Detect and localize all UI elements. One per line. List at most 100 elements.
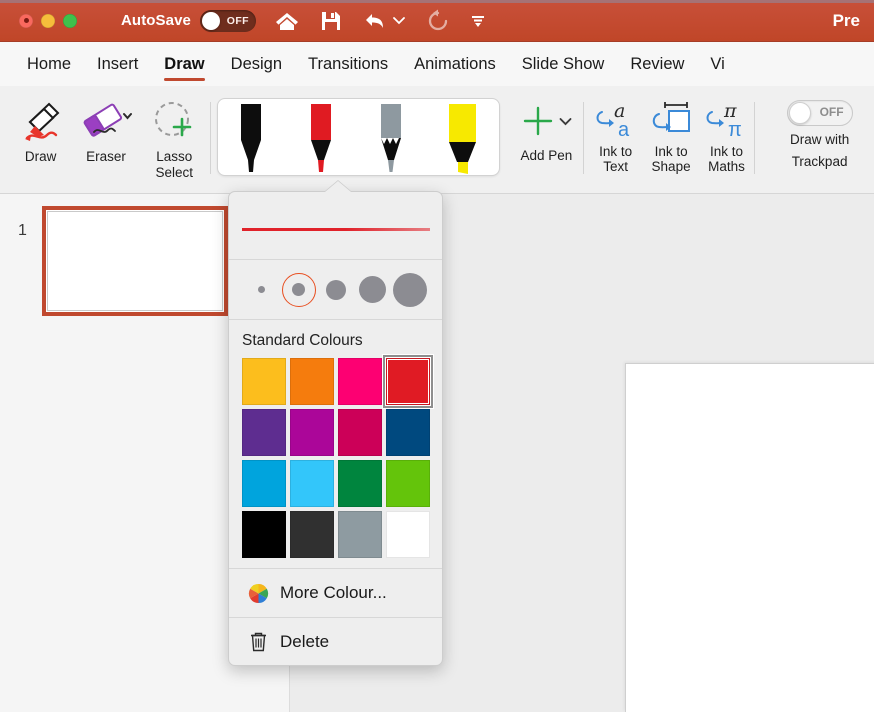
- slide-thumbnail-1-content: [47, 211, 223, 311]
- thickness-option-4[interactable]: [354, 267, 391, 313]
- ribbon-divider-2: [582, 102, 584, 174]
- ink-to-text-button[interactable]: a a Ink to Text: [588, 86, 643, 186]
- minimize-window-button[interactable]: [41, 13, 55, 28]
- trackpad-toggle-state: OFF: [819, 105, 844, 119]
- draw-pen-icon: [18, 94, 64, 148]
- pen-red[interactable]: [300, 102, 346, 172]
- draw-tool-button[interactable]: Draw: [8, 86, 73, 186]
- pen-gallery: [216, 98, 500, 176]
- title-bar: AutoSave OFF Pre: [0, 0, 874, 42]
- ink-to-maths-button[interactable]: π π Ink to Maths: [699, 86, 754, 186]
- swatch-purple[interactable]: [242, 409, 286, 456]
- swatch-magenta[interactable]: [290, 409, 334, 456]
- autosave-toggle-state: OFF: [226, 14, 249, 27]
- lasso-select-button[interactable]: Lasso Select: [139, 86, 210, 186]
- tab-slide-show[interactable]: Slide Show: [509, 42, 618, 86]
- tab-design[interactable]: Design: [218, 42, 295, 86]
- add-pen-label: Add Pen: [520, 148, 573, 163]
- ribbon-divider-1: [209, 102, 211, 174]
- ink-to-shape-label-1: Ink to: [654, 144, 688, 159]
- thickness-option-1[interactable]: [243, 267, 280, 313]
- trackpad-label-1: Draw with: [789, 132, 850, 147]
- chevron-down-icon: [559, 117, 572, 125]
- ink-to-text-label-2: Text: [603, 159, 629, 174]
- thickness-selector: [229, 260, 442, 320]
- swatch-cyan-blue[interactable]: [242, 460, 286, 507]
- swatch-dark-grey[interactable]: [290, 511, 334, 558]
- window-controls: [19, 13, 77, 28]
- delete-pen-menu-item[interactable]: Delete: [229, 617, 442, 665]
- highlighter-yellow[interactable]: [441, 102, 487, 174]
- eraser-tool-button[interactable]: Eraser: [73, 86, 138, 186]
- lasso-select-icon: [148, 94, 200, 148]
- swatch-orange[interactable]: [290, 358, 334, 405]
- draw-with-trackpad-toggle[interactable]: OFF: [786, 100, 853, 126]
- autosave-toggle-knob: [202, 11, 220, 30]
- trackpad-toggle-knob: [788, 102, 811, 124]
- swatch-white[interactable]: [386, 511, 430, 558]
- document-title: Pre: [832, 11, 860, 30]
- thickness-option-3[interactable]: [317, 267, 354, 313]
- swatch-blue-grey[interactable]: [338, 511, 382, 558]
- slide-thumbnail-1[interactable]: [42, 206, 228, 316]
- close-window-button[interactable]: [19, 13, 33, 28]
- ink-to-shape-icon: [647, 96, 695, 144]
- ink-to-shape-label-2: Shape: [651, 159, 691, 174]
- thickness-option-2[interactable]: [280, 267, 317, 313]
- pen-black[interactable]: [230, 102, 276, 172]
- draw-with-trackpad-group: OFF Draw with Trackpad: [765, 86, 874, 186]
- swatch-lime[interactable]: [386, 460, 430, 507]
- slide-number-label: 1: [18, 222, 27, 239]
- customize-toolbar-icon[interactable]: [465, 8, 491, 34]
- lasso-select-label-2: Select: [155, 165, 193, 180]
- home-icon[interactable]: [274, 8, 300, 34]
- ink-to-shape-button[interactable]: Ink to Shape: [643, 86, 698, 186]
- thickness-dot-5: [392, 272, 427, 307]
- swatch-gold[interactable]: [242, 358, 286, 405]
- ink-to-maths-label-1: Ink to: [709, 144, 743, 159]
- powerpoint-window: AutoSave OFF Pre Home Insert Draw Design…: [0, 0, 874, 712]
- undo-chevron-icon[interactable]: [393, 16, 407, 25]
- slide-canvas[interactable]: [625, 363, 874, 712]
- save-icon[interactable]: [318, 8, 344, 34]
- tab-home[interactable]: Home: [14, 42, 84, 86]
- swatch-pink[interactable]: [338, 358, 382, 405]
- ink-to-maths-icon: π π: [702, 96, 750, 144]
- tab-animations[interactable]: Animations: [401, 42, 509, 86]
- add-pen-button[interactable]: Add Pen: [510, 86, 583, 186]
- swatch-red[interactable]: [383, 355, 433, 408]
- svg-text:a: a: [618, 119, 630, 141]
- stroke-preview: [229, 192, 442, 260]
- more-colours-menu-item[interactable]: More Colour...: [229, 569, 442, 617]
- eraser-icon: [80, 94, 132, 148]
- standard-colours-section: Standard Colours: [229, 320, 442, 569]
- swatch-crimson[interactable]: [338, 409, 382, 456]
- redo-icon[interactable]: [425, 8, 451, 34]
- draw-ribbon: Draw Eraser Lasso Select Add Pen a a Ink…: [0, 86, 874, 194]
- thickness-option-5[interactable]: [391, 267, 428, 313]
- tab-transitions[interactable]: Transitions: [295, 42, 401, 86]
- tab-draw[interactable]: Draw: [151, 42, 217, 86]
- standard-colours-header: Standard Colours: [242, 332, 363, 349]
- popover-arrow: [325, 181, 351, 192]
- stroke-preview-line: [242, 228, 430, 231]
- tab-view[interactable]: Vi: [697, 42, 737, 86]
- swatch-light-blue[interactable]: [290, 460, 334, 507]
- pen-options-popover: Standard Colours More Colour... Delete: [228, 181, 443, 666]
- svg-text:π: π: [728, 119, 742, 141]
- autosave-toggle[interactable]: OFF: [200, 9, 256, 32]
- swatch-dark-blue[interactable]: [386, 409, 430, 456]
- draw-tool-label: Draw: [24, 149, 57, 164]
- swatch-black[interactable]: [242, 511, 286, 558]
- tab-insert[interactable]: Insert: [84, 42, 151, 86]
- lasso-select-label-1: Lasso: [156, 149, 193, 164]
- pencil-grey[interactable]: [370, 102, 416, 172]
- maximize-window-button[interactable]: [63, 13, 77, 28]
- swatch-green[interactable]: [338, 460, 382, 507]
- undo-icon[interactable]: [362, 8, 388, 34]
- more-colours-label: More Colour...: [280, 583, 387, 602]
- tab-review[interactable]: Review: [617, 42, 697, 86]
- thickness-dot-3: [325, 279, 346, 300]
- thickness-dot-4: [359, 276, 386, 303]
- ink-to-text-label-1: Ink to: [599, 144, 633, 159]
